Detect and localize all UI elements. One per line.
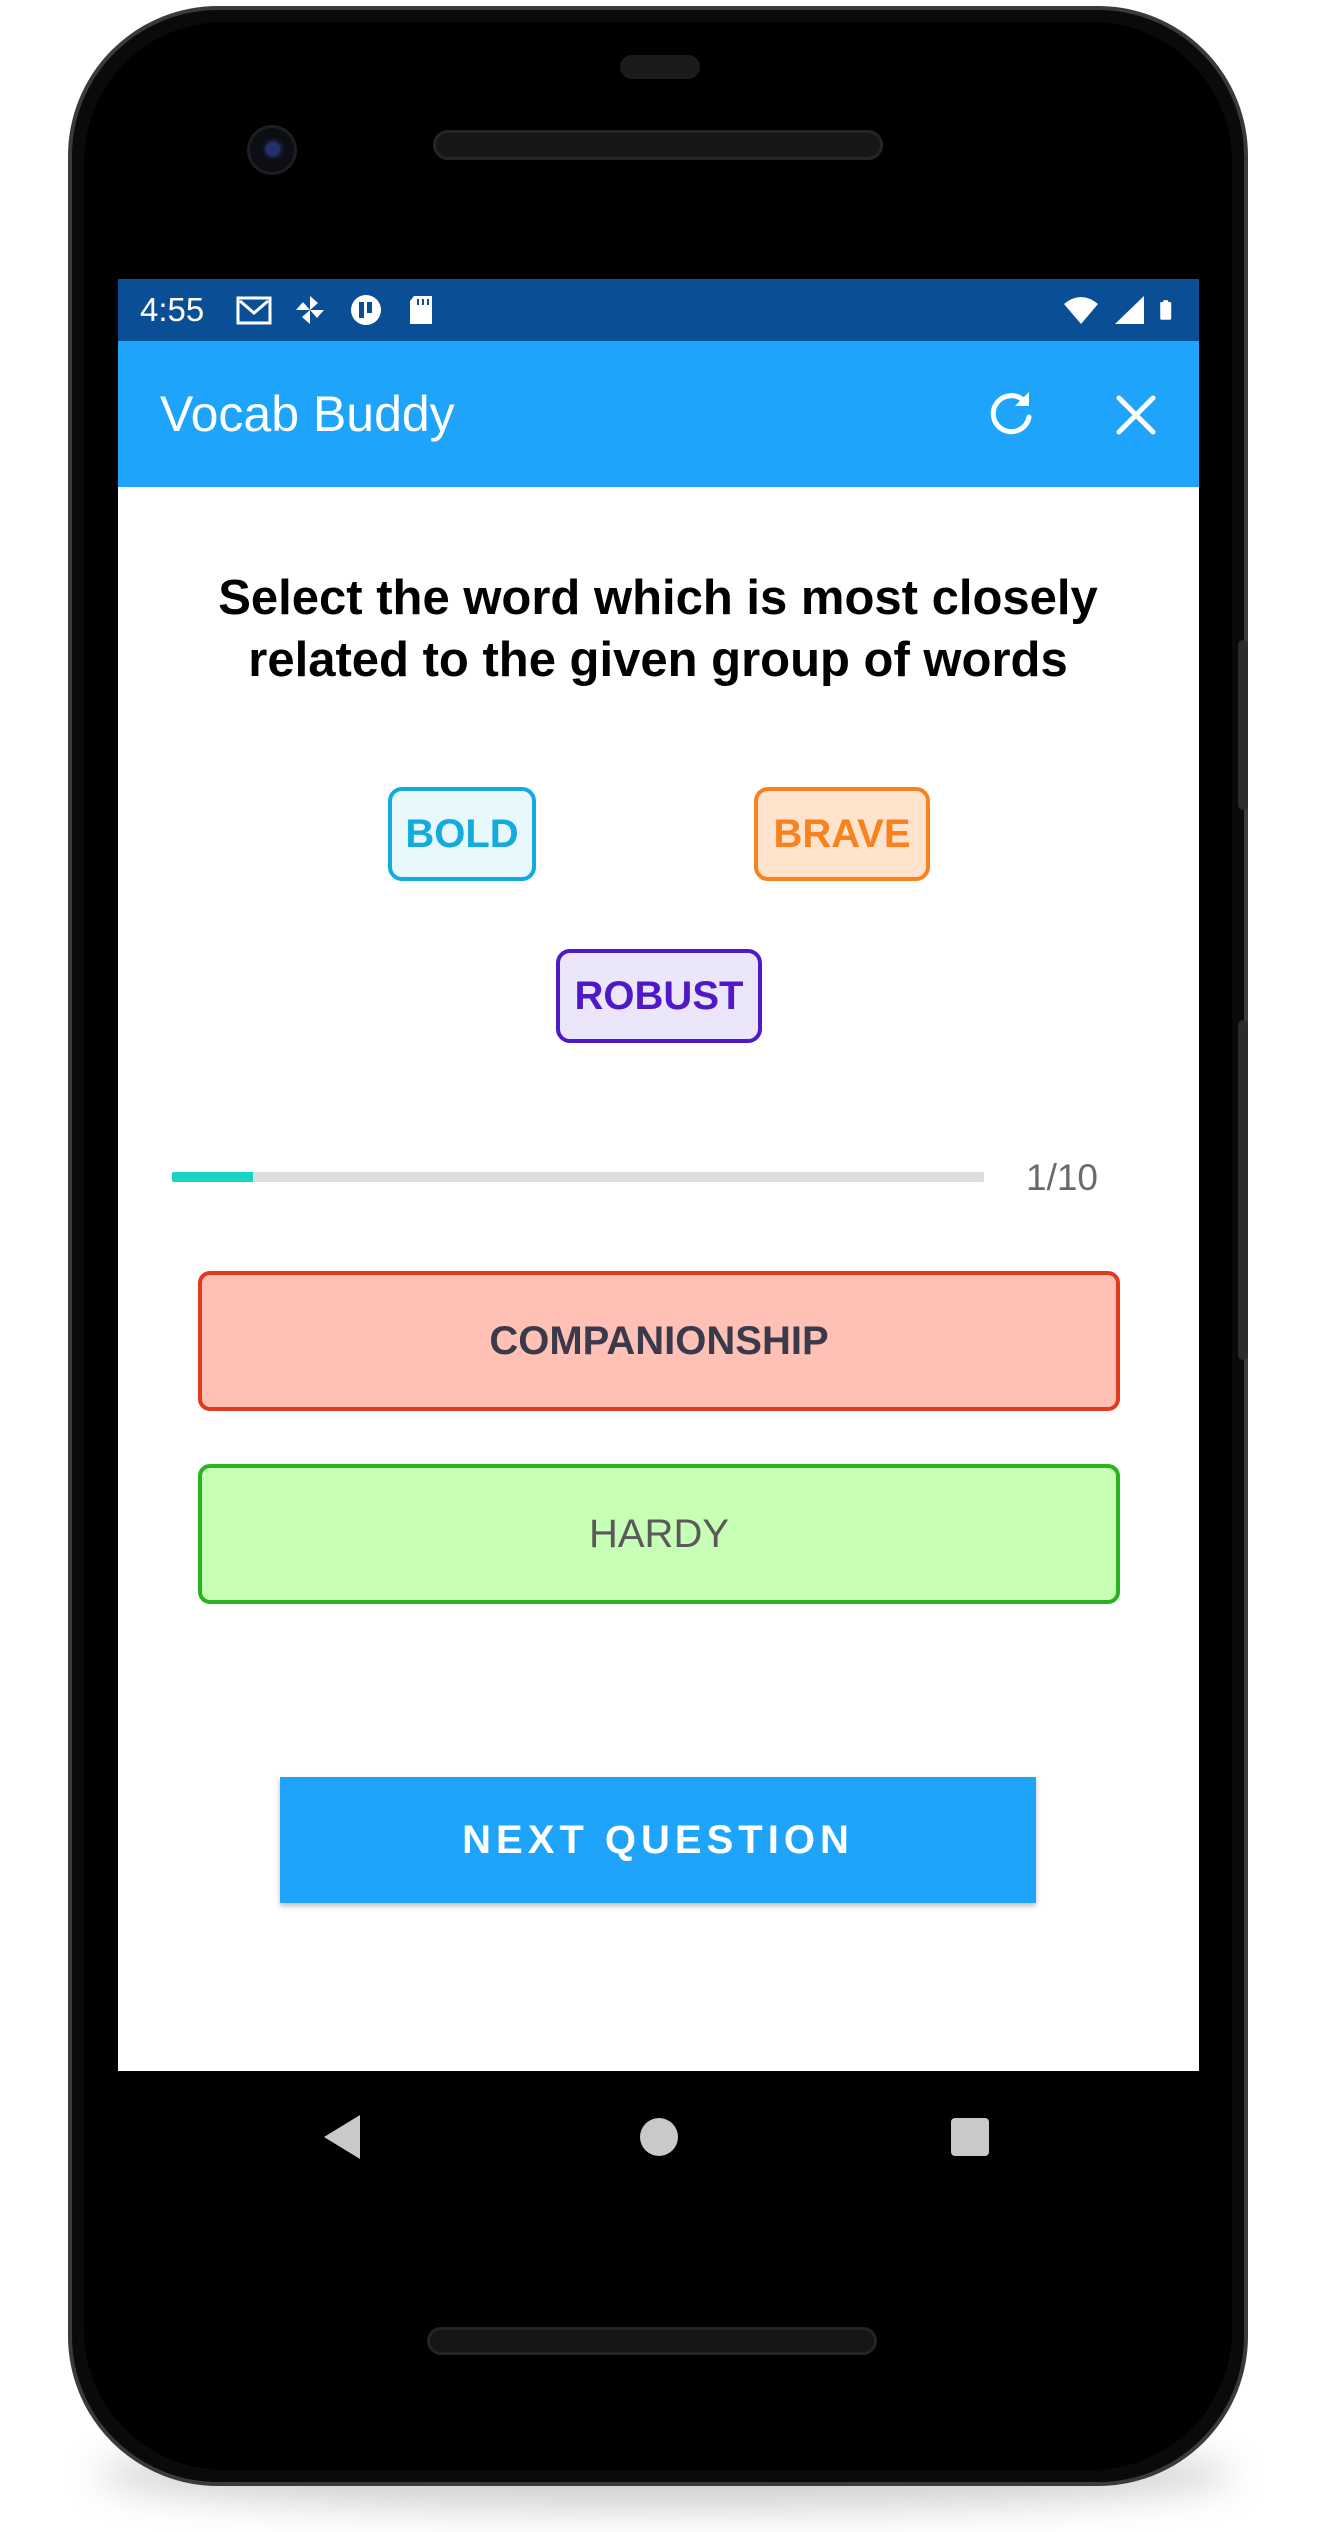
pinwheel-icon xyxy=(296,296,324,324)
earpiece-notch xyxy=(620,55,700,79)
answer-label: COMPANIONSHIP xyxy=(489,1318,829,1363)
app-title: Vocab Buddy xyxy=(160,386,455,442)
progress-bar xyxy=(172,1172,984,1182)
progress-label: 1/10 xyxy=(1026,1157,1099,1198)
answer-label: HARDY xyxy=(588,1511,730,1556)
close-icon[interactable] xyxy=(1106,385,1166,445)
status-bar: 4:55 xyxy=(118,279,1199,341)
back-icon[interactable] xyxy=(320,2112,364,2162)
gmail-icon xyxy=(236,296,272,325)
status-time: 4:55 xyxy=(140,291,205,328)
answer-option-correct[interactable]: HARDY xyxy=(198,1464,1120,1604)
home-icon[interactable] xyxy=(640,2118,678,2156)
app-icon xyxy=(351,295,381,325)
question-prompt: Select the word which is most closely re… xyxy=(218,571,1098,687)
app-screen: 4:55 Vocab Buddy Select the word which i… xyxy=(118,279,1199,2071)
answer-option-incorrect[interactable]: COMPANIONSHIP xyxy=(198,1271,1120,1411)
signal-icon xyxy=(1115,296,1144,324)
refresh-icon[interactable] xyxy=(980,383,1042,445)
word-chip-brave: BRAVE xyxy=(754,787,930,881)
bottom-speaker xyxy=(427,2327,877,2355)
top-speaker xyxy=(433,130,883,160)
word-chip-bold: BOLD xyxy=(388,787,536,881)
front-camera xyxy=(247,125,297,175)
system-icons xyxy=(1063,293,1181,327)
progress-fill xyxy=(172,1172,254,1182)
power-button xyxy=(1238,1020,1248,1360)
next-question-button[interactable]: NEXT QUESTION xyxy=(280,1777,1036,1903)
notification-icons xyxy=(236,293,440,327)
wifi-icon xyxy=(1064,297,1098,324)
sd-card-icon xyxy=(410,296,432,324)
app-bar: Vocab Buddy xyxy=(118,341,1199,487)
word-chip-robust: ROBUST xyxy=(556,949,762,1043)
recents-icon[interactable] xyxy=(951,2118,989,2156)
volume-button xyxy=(1238,640,1248,810)
battery-icon xyxy=(1160,300,1172,320)
next-question-label: NEXT QUESTION xyxy=(462,1817,854,1862)
